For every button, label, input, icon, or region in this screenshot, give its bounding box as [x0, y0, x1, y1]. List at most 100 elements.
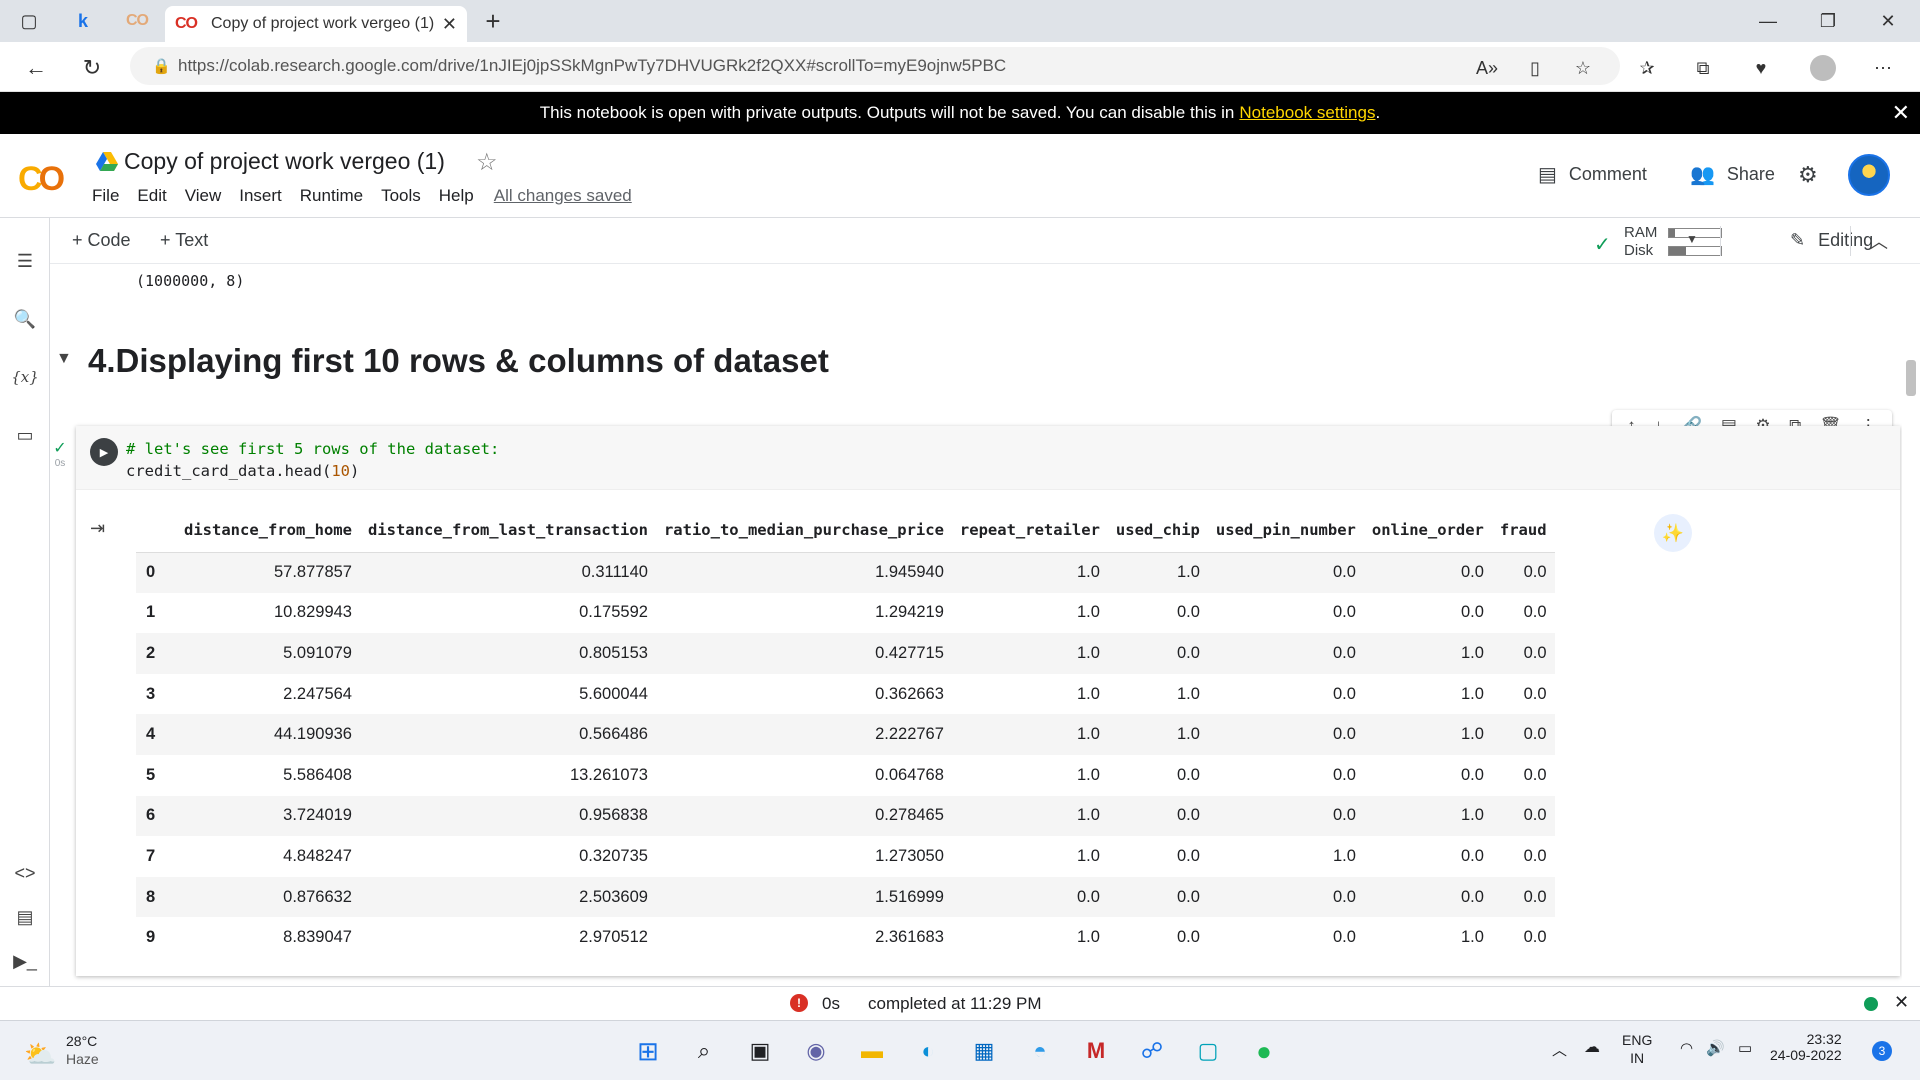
- file-explorer-icon[interactable]: ▬: [854, 1033, 890, 1069]
- editing-mode-button[interactable]: ✎ Editing: [1790, 230, 1873, 251]
- health-icon[interactable]: ♥: [1746, 54, 1776, 82]
- drive-icon[interactable]: [96, 152, 118, 172]
- resource-dropdown-icon[interactable]: ▼: [1686, 232, 1698, 246]
- colab-logo[interactable]: CO: [18, 160, 65, 199]
- edge-beta-icon[interactable]: ◓: [1022, 1033, 1058, 1069]
- more-icon[interactable]: ⋯: [1868, 54, 1898, 82]
- settings-gear-icon[interactable]: ⚙: [1798, 162, 1818, 188]
- table-cell: 0.0: [1332, 684, 1356, 703]
- table-cell: 0.0: [951, 876, 1108, 918]
- spotify-icon[interactable]: ●: [1246, 1033, 1282, 1069]
- section-collapse-icon[interactable]: ▼: [56, 350, 72, 368]
- collapse-header-icon[interactable]: ︿: [1870, 228, 1888, 254]
- store-icon[interactable]: ▦: [966, 1033, 1002, 1069]
- read-aloud-icon[interactable]: A»: [1472, 54, 1502, 82]
- table-cell: 0.0: [1332, 928, 1356, 947]
- add-favorite-icon[interactable]: ☆: [1568, 54, 1598, 82]
- close-window-icon[interactable]: ✕: [1860, 6, 1916, 36]
- notebook-settings-link[interactable]: Notebook settings: [1239, 103, 1375, 123]
- onedrive-cloud-icon[interactable]: ☁: [1584, 1037, 1600, 1057]
- menu-insert[interactable]: Insert: [239, 186, 282, 206]
- comment-icon: ▤: [1538, 164, 1557, 186]
- interactive-table-magic-icon[interactable]: ✨: [1654, 514, 1692, 552]
- close-status-icon[interactable]: ✕: [1894, 992, 1909, 1013]
- app-square-icon[interactable]: ▢: [1190, 1033, 1226, 1069]
- search-icon[interactable]: 🔍: [10, 304, 40, 334]
- menu-file[interactable]: File: [92, 186, 119, 206]
- share-button[interactable]: 👥 Share: [1690, 162, 1775, 187]
- lock-icon[interactable]: 🔒: [152, 57, 171, 75]
- refresh-icon[interactable]: ↻: [76, 52, 108, 84]
- resource-monitor[interactable]: ✓ RAM Disk: [1590, 222, 1740, 262]
- back-icon[interactable]: ←: [20, 52, 52, 84]
- save-status[interactable]: All changes saved: [494, 186, 632, 206]
- pinned-tab-k[interactable]: k: [70, 8, 96, 34]
- menu-runtime[interactable]: Runtime: [300, 186, 363, 206]
- pinned-tab-colab[interactable]: CO: [124, 8, 150, 34]
- command-palette-icon[interactable]: ▤: [10, 902, 40, 932]
- star-icon[interactable]: ☆: [476, 148, 498, 177]
- menu-view[interactable]: View: [185, 186, 222, 206]
- table-cell: 0.0: [1460, 846, 1484, 865]
- new-tab-icon[interactable]: +: [480, 6, 506, 36]
- notification-badge[interactable]: 3: [1872, 1041, 1892, 1061]
- task-view-icon[interactable]: ▣: [742, 1033, 778, 1069]
- files-folder-icon[interactable]: ▭: [10, 420, 40, 450]
- close-tab-icon[interactable]: ✕: [442, 14, 457, 35]
- mcafee-icon[interactable]: M: [1078, 1033, 1114, 1069]
- run-cell-button[interactable]: ▶: [90, 438, 118, 466]
- terminal-icon[interactable]: ▶_: [10, 946, 40, 976]
- start-windows-icon[interactable]: ⊞: [630, 1033, 666, 1069]
- status-time: 0s: [822, 994, 840, 1013]
- tab-actions-icon[interactable]: ▢: [16, 8, 42, 34]
- menu-tools[interactable]: Tools: [381, 186, 421, 206]
- avatar[interactable]: [1848, 154, 1890, 196]
- add-code-button[interactable]: + Code: [72, 230, 131, 251]
- table-cell: 0.0: [1176, 603, 1200, 622]
- notebook-title[interactable]: Copy of project work vergeo (1): [124, 148, 445, 175]
- restore-icon[interactable]: ❐: [1800, 6, 1856, 36]
- scrollbar-thumb[interactable]: [1906, 360, 1916, 396]
- code-cell[interactable]: ✓ 0s ▶ # let's see first 5 rows of the d…: [53, 426, 1900, 976]
- table-cell: 1.945940: [655, 552, 952, 593]
- add-text-button[interactable]: + Text: [160, 230, 208, 251]
- close-banner-icon[interactable]: ✕: [1892, 100, 1910, 126]
- immersive-reader-icon[interactable]: ▯: [1520, 54, 1550, 82]
- notebook-scrollbar[interactable]: [1902, 264, 1920, 1020]
- url-bar[interactable]: 🔒 https://colab.research.google.com/driv…: [130, 47, 1620, 85]
- status-completed[interactable]: completed at 11:29 PM: [868, 994, 1042, 1014]
- menu-help[interactable]: Help: [439, 186, 474, 206]
- table-cell: 0.0: [1332, 765, 1356, 784]
- success-check-icon: ✓: [53, 440, 67, 457]
- column-header: distance_from_last_transaction: [359, 508, 656, 553]
- code-snippets-icon[interactable]: <>: [10, 858, 40, 888]
- hidden-icons-chevron[interactable]: ︿: [1552, 1039, 1567, 1060]
- table-cell: 0.320735: [579, 846, 648, 865]
- edge-browser-icon[interactable]: ◐: [910, 1033, 946, 1069]
- active-tab[interactable]: CO Copy of project work vergeo (1) ✕: [165, 6, 467, 42]
- volume-icon[interactable]: 🔊: [1706, 1039, 1725, 1057]
- profile-icon[interactable]: [1808, 54, 1838, 82]
- collections-icon[interactable]: ⧉: [1688, 54, 1718, 82]
- teams-chat-icon[interactable]: ◉: [798, 1033, 834, 1069]
- favorites-icon[interactable]: ✰: [1632, 54, 1662, 82]
- wifi-icon[interactable]: ◠: [1680, 1039, 1693, 1057]
- comment-label: Comment: [1568, 164, 1647, 184]
- search-taskbar-icon[interactable]: ⌕: [686, 1033, 722, 1069]
- minimize-icon[interactable]: —: [1740, 6, 1796, 36]
- clock[interactable]: 23:32 24-09-2022: [1770, 1031, 1842, 1063]
- row-index: 8: [136, 876, 176, 918]
- table-cell: 2.247564: [283, 684, 352, 703]
- language-indicator[interactable]: ENG IN: [1622, 1031, 1652, 1067]
- code-editor[interactable]: ▶ # let's see first 5 rows of the datase…: [76, 426, 1900, 490]
- output-actions-icon[interactable]: ⇥: [90, 518, 105, 539]
- table-of-contents-icon[interactable]: ☰: [10, 246, 40, 276]
- menu-edit[interactable]: Edit: [137, 186, 166, 206]
- variables-icon[interactable]: {x}: [10, 362, 40, 392]
- battery-icon[interactable]: ▭: [1738, 1039, 1752, 1057]
- quick-assist-icon[interactable]: ☍: [1134, 1033, 1170, 1069]
- table-cell: 0.0: [1523, 928, 1547, 947]
- status-alert-icon[interactable]: !: [790, 994, 808, 1012]
- row-index: 1: [146, 603, 156, 622]
- comment-button[interactable]: ▤ Comment: [1538, 162, 1647, 187]
